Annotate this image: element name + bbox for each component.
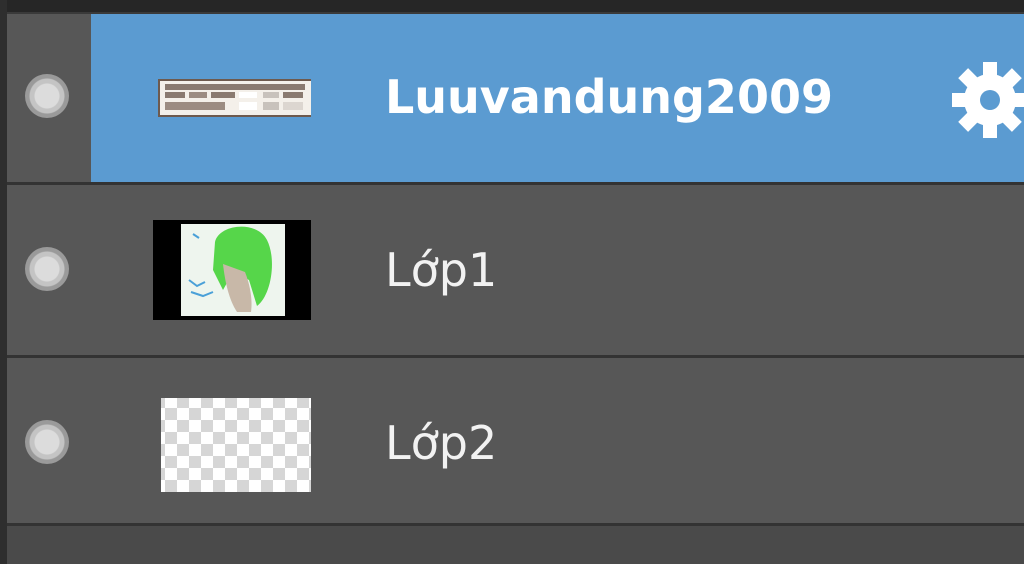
- panel-top-border: [0, 0, 1024, 12]
- layer-name: Luuvandung2009: [385, 70, 833, 124]
- green-hair-character-thumbnail: [153, 220, 311, 320]
- visibility-dot-icon[interactable]: [25, 74, 69, 118]
- layer-name: Lớp2: [385, 416, 498, 470]
- layer-name: Lớp1: [385, 243, 498, 297]
- transparent-checker-thumbnail: [161, 398, 311, 492]
- visibility-dot-icon[interactable]: [25, 247, 69, 291]
- gear-icon[interactable]: [950, 60, 1024, 140]
- next-layer-row-partial[interactable]: [7, 526, 1024, 564]
- layer-row-luuvandung2009[interactable]: Luuvandung2009: [7, 14, 1024, 182]
- text-banner-thumbnail: [158, 79, 311, 117]
- panel-left-border: [0, 0, 7, 564]
- layers-panel: Luuvandung2009 Lớp1 Lớp2: [0, 0, 1024, 564]
- layer-row-lop2[interactable]: Lớp2: [7, 358, 1024, 523]
- layer-row-lop1[interactable]: Lớp1: [7, 185, 1024, 355]
- visibility-dot-icon[interactable]: [25, 420, 69, 464]
